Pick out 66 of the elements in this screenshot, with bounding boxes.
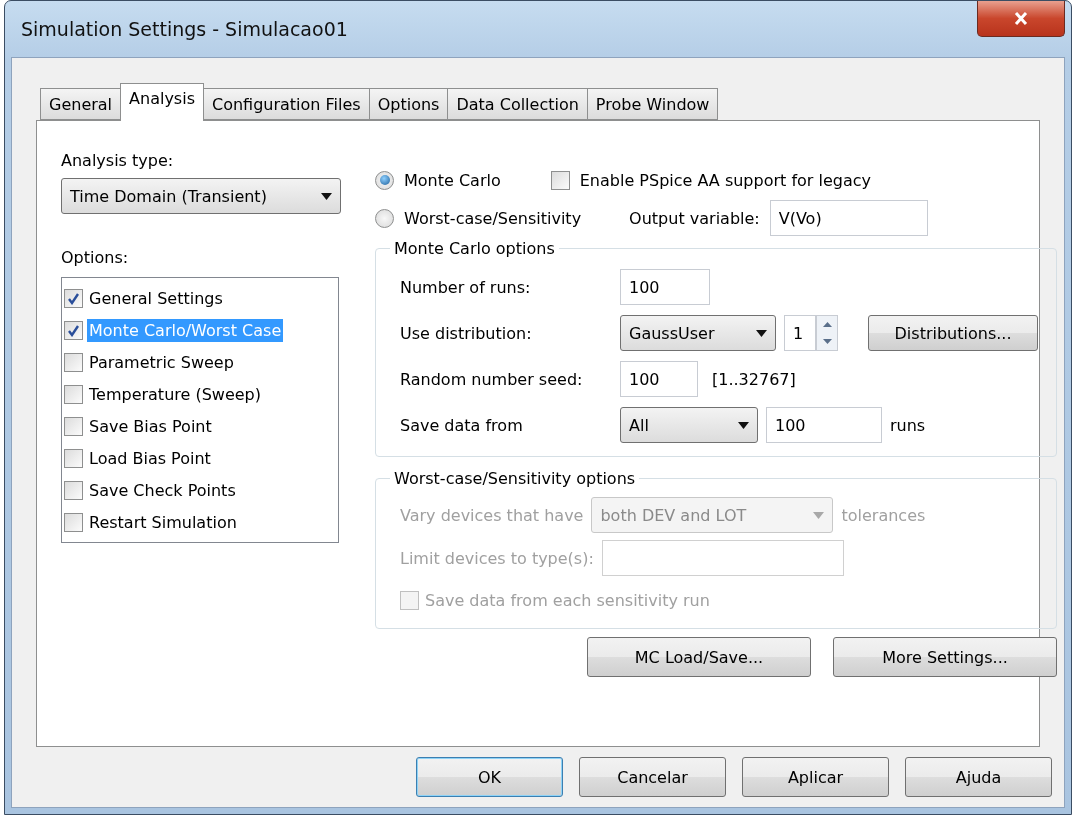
field-label: Number of runs: [400, 277, 531, 297]
tab[interactable]: Options [368, 88, 449, 120]
checkbox[interactable] [64, 448, 83, 468]
options-label: Options: [61, 248, 129, 267]
checkbox[interactable] [64, 416, 83, 436]
distribution-index-field[interactable]: 1 [784, 315, 816, 351]
caret-icon [738, 421, 749, 429]
list-item[interactable]: Parametric Sweep [87, 350, 236, 374]
list-item[interactable]: Save Bias Point [87, 414, 214, 438]
checkbox-label: Save data from each sensitivity run [425, 590, 710, 610]
field-label: Use distribution: [400, 323, 532, 343]
distribution-dropdown[interactable]: GaussUser [620, 315, 776, 351]
save-data-dropdown[interactable]: All [620, 407, 758, 443]
window-title: Simulation Settings - Simulacao01 [21, 18, 348, 40]
dialog-button[interactable]: OK [416, 757, 563, 797]
seed-range-text: [1..32767] [712, 369, 796, 389]
close-button[interactable] [977, 1, 1065, 37]
analysis-type-label: Analysis type: [61, 151, 175, 170]
checkbox[interactable] [64, 288, 83, 308]
output-variable-label: Output variable: [629, 208, 760, 228]
caret-icon [756, 329, 767, 337]
checkbox[interactable] [64, 320, 83, 340]
checkbox[interactable] [64, 480, 83, 500]
list-item[interactable]: Save Check Points [87, 478, 238, 502]
list-item[interactable]: General Settings [87, 286, 225, 310]
radio-button[interactable] [375, 170, 394, 190]
list-item[interactable]: Restart Simulation [87, 510, 239, 534]
checkbox[interactable] [64, 352, 83, 372]
tab[interactable]: Probe Window [586, 88, 719, 120]
analysis-type-dropdown[interactable]: Time Domain (Transient) [61, 178, 341, 214]
checkbox[interactable] [550, 170, 570, 190]
checkbox-label: Enable PSpice AA support for legacy [579, 170, 871, 190]
group-title: Monte Carlo options [393, 239, 556, 258]
distributions-button[interactable]: Distributions... [868, 315, 1038, 351]
seed-field[interactable]: 100 [620, 361, 698, 397]
dialog-button[interactable]: Ajuda [905, 757, 1052, 797]
panel-button[interactable]: More Settings... [833, 637, 1057, 677]
radio-label: Monte Carlo [404, 170, 501, 190]
output-variable-field[interactable]: V(Vo) [769, 200, 928, 236]
field-label: Save data from [400, 415, 523, 435]
radio-label: Worst-case/Sensitivity [404, 208, 582, 228]
tab[interactable]: General [40, 88, 122, 120]
caret-icon [813, 511, 825, 519]
tab[interactable]: Data Collection [447, 88, 588, 120]
dialog-button[interactable]: Cancelar [579, 757, 726, 797]
list-item[interactable]: Load Bias Point [87, 446, 213, 470]
tab[interactable]: Configuration Files [203, 88, 370, 120]
caret-icon [321, 192, 332, 200]
tolerances-text: tolerances [841, 505, 926, 525]
panel-button[interactable]: MC Load/Save... [587, 637, 811, 677]
device-types-field[interactable] [601, 540, 844, 576]
field-label: Random number seed: [400, 369, 583, 389]
runs-field[interactable]: 100 [620, 269, 710, 305]
checkbox[interactable] [64, 512, 83, 532]
field-label: Limit devices to type(s): [400, 548, 594, 568]
checkbox[interactable] [64, 384, 83, 404]
save-count-field[interactable]: 100 [766, 407, 882, 443]
field-label: Vary devices that have [400, 505, 584, 525]
runs-unit-text: runs [890, 415, 926, 435]
dialog-button[interactable]: Aplicar [742, 757, 889, 797]
group-title: Worst-case/Sensitivity options [393, 469, 637, 488]
radio-button[interactable] [375, 208, 394, 228]
close-icon [1014, 12, 1028, 25]
list-item[interactable]: Temperature (Sweep) [87, 382, 263, 406]
spinner-icon[interactable] [816, 315, 838, 351]
tab[interactable]: Analysis [120, 83, 204, 121]
